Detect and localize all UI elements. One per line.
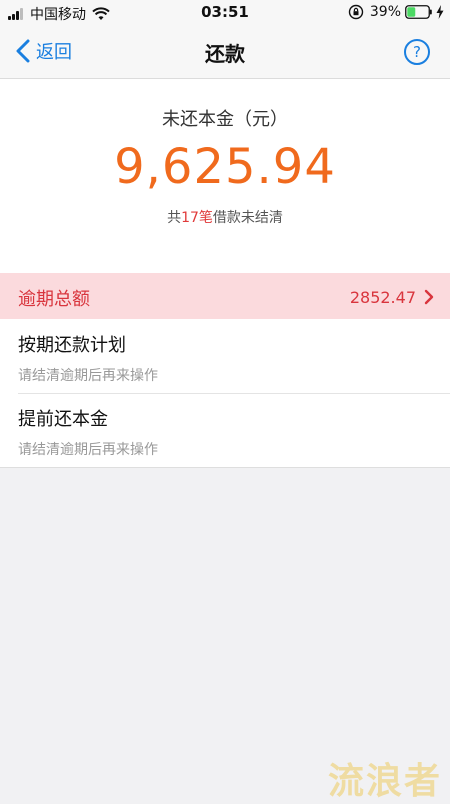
help-icon[interactable]: ? <box>404 39 430 65</box>
option-title: 提前还本金 <box>18 409 108 430</box>
repayment-options-list: 按期还款计划 请结清逾期后再来操作 提前还本金 请结清逾期后再来操作 <box>0 319 450 468</box>
principal-summary: 未还本金（元） 9,625.94 共17笔借款未结清 <box>0 79 450 273</box>
page-title: 还款 <box>205 42 245 66</box>
loans-suffix: 借款未结清 <box>212 210 283 226</box>
outstanding-loans-text: 共17笔借款未结清 <box>0 207 450 227</box>
charging-bolt-icon <box>436 5 444 19</box>
overdue-total-label: 逾期总额 <box>18 289 90 310</box>
option-title: 按期还款计划 <box>18 335 126 356</box>
watermark: 流浪者 <box>327 761 442 802</box>
overdue-total-row[interactable]: 逾期总额 2852.47 <box>0 273 450 319</box>
unpaid-principal-amount: 9,625.94 <box>114 139 336 195</box>
battery-percent: 39% <box>369 4 401 20</box>
battery-icon <box>405 5 432 19</box>
chevron-right-icon <box>424 289 434 305</box>
scheduled-repayment-plan-item[interactable]: 按期还款计划 请结清逾期后再来操作 <box>0 319 450 394</box>
early-principal-repayment-item[interactable]: 提前还本金 请结清逾期后再来操作 <box>0 393 450 467</box>
status-bar: 中国移动 03:51 39% <box>0 0 450 26</box>
overdue-total-value: 2852.47 <box>349 288 416 307</box>
option-subtitle: 请结清逾期后再来操作 <box>18 368 158 384</box>
loans-count: 17笔 <box>181 210 213 226</box>
status-bar-right: 39% <box>348 4 444 20</box>
option-subtitle: 请结清逾期后再来操作 <box>18 442 158 458</box>
unpaid-principal-label: 未还本金（元） <box>162 109 288 130</box>
nav-bar: 返回 还款 ? <box>0 26 450 79</box>
loans-prefix: 共 <box>167 210 182 226</box>
rotation-lock-icon <box>348 4 364 20</box>
